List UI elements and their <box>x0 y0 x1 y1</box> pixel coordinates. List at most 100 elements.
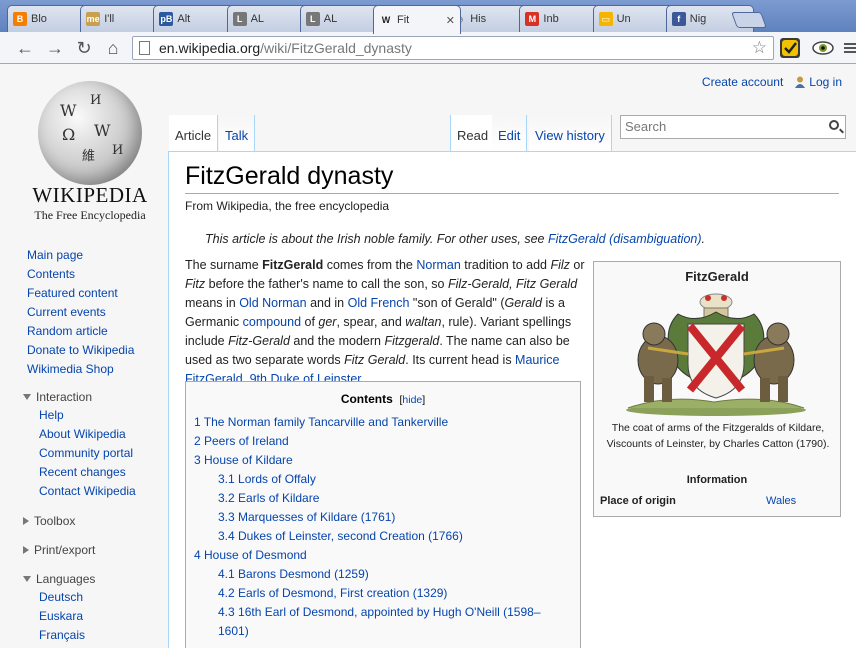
expand-triangle-icon <box>23 546 29 554</box>
tab-talk[interactable]: Talk <box>219 115 256 151</box>
toc-entry[interactable]: 3 House of Kildare <box>194 451 574 470</box>
interaction-heading[interactable]: Interaction <box>23 388 136 406</box>
language-link-deutsch[interactable]: Deutsch <box>39 588 95 607</box>
old-norman-link[interactable]: Old Norman <box>239 296 306 310</box>
extension-check-icon[interactable] <box>780 38 800 58</box>
hatnote-period: . <box>701 232 706 246</box>
toc-list: 1 The Norman family Tancarville and Tank… <box>194 413 574 641</box>
tab-edit[interactable]: Edit <box>492 115 528 151</box>
forward-arrow-icon[interactable]: → <box>44 37 66 59</box>
languages-portal: Languages Deutsch Euskara Français <box>23 570 95 645</box>
wikipedia-page: W И Ω W 維 И WIKIPEDIA The Free Encyclope… <box>0 65 856 648</box>
search-input[interactable]: Search <box>620 115 846 139</box>
tab-article[interactable]: Article <box>169 115 219 151</box>
infobox-label-origin: Place of origin <box>600 495 676 507</box>
sidebar-item-random-article[interactable]: Random article <box>27 323 167 342</box>
infobox-caption: The coat of arms of the Fitzgeralds of K… <box>606 422 830 450</box>
old-french-link[interactable]: Old French <box>348 296 410 310</box>
sidebar-item-recent-changes[interactable]: Recent changes <box>39 463 136 482</box>
browser-tab-title: I'll <box>104 13 115 25</box>
browser-tab-title: Blo <box>31 13 47 25</box>
sidebar-item-wikimedia-shop[interactable]: Wikimedia Shop <box>27 361 167 380</box>
coat-of-arms-image[interactable] <box>618 290 814 418</box>
user-icon <box>795 76 806 88</box>
browser-tab-title: Inb <box>543 13 559 25</box>
print-export-label: Print/export <box>34 543 96 557</box>
create-account-link[interactable]: Create account <box>702 75 783 89</box>
chrome-menu-icon[interactable] <box>842 38 856 58</box>
norman-link[interactable]: Norman <box>416 258 460 272</box>
reload-icon[interactable]: ↻ <box>73 37 95 59</box>
toc-hide-toggle[interactable]: hide <box>402 394 422 406</box>
wikipedia-logo[interactable]: W И Ω W 維 И WIKIPEDIA The Free Encyclope… <box>22 79 158 229</box>
facebook-icon: f <box>671 12 686 26</box>
sidebar-item-contents[interactable]: Contents <box>27 266 167 285</box>
toc-entry[interactable]: 3.4 Dukes of Leinster, second Creation (… <box>194 527 574 546</box>
puzzle-globe-icon: W И Ω W 維 И <box>38 81 142 185</box>
toc-heading: Contents <box>340 392 393 406</box>
search-placeholder: Search <box>625 119 667 134</box>
browser-tab-title: AL <box>250 13 265 25</box>
infobox-value-wales[interactable]: Wales <box>766 495 796 507</box>
site-subtitle: From Wikipedia, the free encyclopedia <box>185 199 390 213</box>
languages-label: Languages <box>36 572 96 586</box>
me-icon: me <box>86 12 101 26</box>
tab-view-history[interactable]: View history <box>529 115 612 151</box>
tab-read[interactable]: Read <box>450 115 496 151</box>
l-icon: L <box>232 12 247 26</box>
browser-tab-title: Un <box>616 13 631 25</box>
toc-entry[interactable]: 1 The Norman family Tancarville and Tank… <box>194 413 574 432</box>
personal-tools: Create account Log in <box>702 75 842 89</box>
compound-link[interactable]: compound <box>243 315 301 329</box>
toc-entry[interactable]: 3.2 Earls of Kildare <box>194 489 574 508</box>
sidebar-item-community-portal[interactable]: Community portal <box>39 444 136 463</box>
toc-entry[interactable]: 4 House of Desmond <box>194 546 574 565</box>
wikipedia-icon: W <box>381 15 391 25</box>
browser-tab-title: Fit <box>397 14 410 26</box>
toc-entry[interactable]: 3.3 Marquesses of Kildare (1761) <box>194 508 574 527</box>
close-tab-icon[interactable]: ✕ <box>446 14 455 27</box>
language-link-euskara[interactable]: Euskara <box>39 607 95 626</box>
toc-entry[interactable]: 3.1 Lords of Offaly <box>194 470 574 489</box>
browser-tab[interactable]: W Fit ✕ <box>373 5 461 34</box>
interaction-label: Interaction <box>36 390 93 404</box>
bookmark-star-icon[interactable]: ☆ <box>752 37 767 59</box>
sidebar-item-donate[interactable]: Donate to Wikipedia <box>27 342 167 361</box>
toc-entry[interactable]: 4.2 Earls of Desmond, First creation (13… <box>194 584 574 603</box>
hatnote-text: This article is about the Irish noble fa… <box>205 232 548 246</box>
back-arrow-icon[interactable]: ← <box>14 37 36 59</box>
login-link[interactable]: Log in <box>809 75 842 89</box>
home-icon[interactable]: ⌂ <box>102 37 124 59</box>
language-link-francais[interactable]: Français <box>39 626 95 645</box>
sidebar-item-help[interactable]: Help <box>39 406 136 425</box>
infobox: FitzGerald The coat of arms of the Fitzg… <box>593 261 841 517</box>
sidebar-item-about-wikipedia[interactable]: About Wikipedia <box>39 425 136 444</box>
disambiguation-link[interactable]: FitzGerald (disambiguation) <box>548 232 702 246</box>
sidebar-item-featured-content[interactable]: Featured content <box>27 285 167 304</box>
interaction-portal: Interaction Help About Wikipedia Communi… <box>23 388 136 501</box>
toc-entry[interactable]: 1601) <box>194 622 574 641</box>
new-tab-button[interactable] <box>731 12 767 28</box>
languages-heading[interactable]: Languages <box>23 570 95 588</box>
toc-title: Contents [hide] <box>186 392 580 406</box>
pb-icon: pB <box>159 12 174 26</box>
print-export-portal[interactable]: Print/export <box>23 541 95 559</box>
toolbox-portal[interactable]: Toolbox <box>23 512 75 530</box>
sidebar-item-contact-wikipedia[interactable]: Contact Wikipedia <box>39 482 136 501</box>
slides-icon: ▭ <box>598 12 613 26</box>
toc-entry[interactable]: 4.3 16th Earl of Desmond, appointed by H… <box>194 603 574 622</box>
article-content: FitzGerald dynasty From Wikipedia, the f… <box>168 151 856 648</box>
sidebar-item-current-events[interactable]: Current events <box>27 304 167 323</box>
address-bar[interactable]: en.wikipedia.org/wiki/FitzGerald_dynasty… <box>132 36 774 60</box>
infobox-title: FitzGerald <box>685 269 749 284</box>
sidebar-item-main-page[interactable]: Main page <box>27 247 167 266</box>
browser-tab-title: His <box>470 13 487 25</box>
wikipedia-wordmark: WIKIPEDIA <box>32 183 148 207</box>
extension-eye-icon[interactable] <box>812 38 834 58</box>
expand-triangle-icon <box>23 517 29 525</box>
toc-entry[interactable]: 2 Peers of Ireland <box>194 432 574 451</box>
toc-entry[interactable]: 4.1 Barons Desmond (1259) <box>194 565 574 584</box>
search-icon[interactable] <box>829 120 839 130</box>
browser-tab-title: Nig <box>689 13 707 25</box>
url-host: en.wikipedia.org <box>159 40 261 56</box>
